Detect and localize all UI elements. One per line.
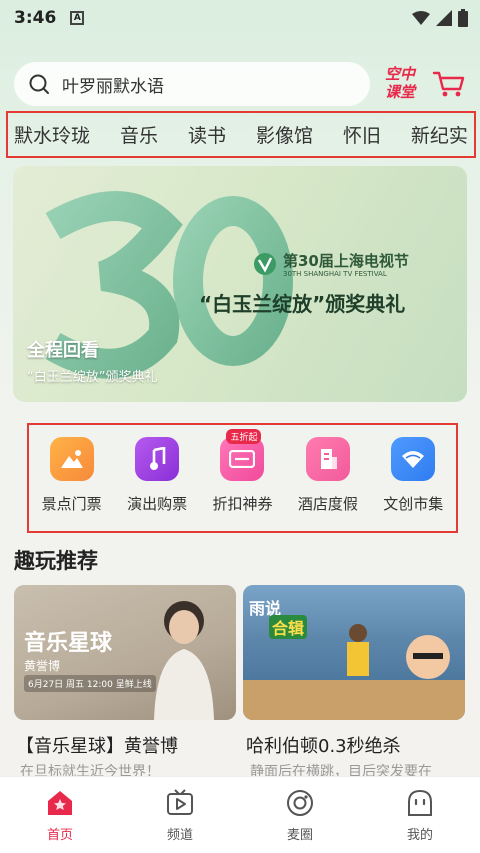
recommend-card-basketball[interactable]: 雨说 合辑 — [243, 585, 465, 720]
bottom-navigation: 首页 频道 麦圈 我的 — [0, 776, 480, 853]
tab-new-documentary[interactable]: 新纪实 — [411, 121, 468, 148]
nav-label: 麦圈 — [286, 827, 313, 843]
shopping-cart-icon[interactable] — [432, 70, 466, 98]
nav-channels[interactable]: 频道 — [140, 788, 220, 843]
battery-icon — [458, 9, 468, 27]
card-image-time: 6月27日 周五 12:00 呈鲜上线 — [24, 675, 156, 692]
air-class-line1: 空中 — [384, 65, 415, 83]
category-tabs: 默水玲珑 音乐 读书 影像馆 怀旧 新纪实 — [6, 111, 476, 158]
recommend-card-music-planet[interactable]: 音乐星球 黄誉博 6月27日 周五 12:00 呈鲜上线 — [14, 585, 236, 720]
notification-a-icon: A — [70, 11, 85, 25]
banner-subcaption: “白玉兰绽放”颁奖典礼 — [27, 370, 158, 385]
quick-link-label: 折扣神券 — [212, 495, 273, 513]
fan-icon — [391, 437, 436, 481]
card-game-image — [243, 624, 465, 720]
wifi-icon — [412, 11, 430, 25]
card-title[interactable]: 哈利伯顿0.3秒绝杀 — [246, 732, 401, 758]
tab-reading[interactable]: 读书 — [188, 121, 226, 148]
coupon-badge: 五折起 — [226, 429, 262, 444]
air-class-button[interactable]: 空中 课堂 — [380, 65, 420, 105]
festival-name-en: 30TH SHANGHAI TV FESTIVAL — [283, 270, 387, 278]
search-row: 叶罗丽默水语 空中 课堂 — [14, 62, 466, 106]
search-input[interactable]: 叶罗丽默水语 — [14, 62, 370, 106]
banner-headline: “白玉兰绽放”颁奖典礼 — [199, 292, 406, 316]
banner-caption: 全程回看 — [27, 340, 99, 361]
nav-mine[interactable]: 我的 — [380, 788, 460, 843]
hero-banner[interactable]: 第30届上海电视节 30TH SHANGHAI TV FESTIVAL “白玉兰… — [13, 166, 467, 402]
search-placeholder: 叶罗丽默水语 — [62, 76, 164, 97]
status-time: 3:46 — [14, 8, 57, 28]
card-image-name: 黄誉博 — [24, 659, 61, 673]
nav-label: 首页 — [46, 827, 73, 843]
quick-link-discount-coupons[interactable]: 五折起 折扣神券 — [202, 429, 282, 531]
tab-music[interactable]: 音乐 — [120, 121, 158, 148]
home-icon — [48, 790, 72, 815]
nav-mai-circle[interactable]: 麦圈 — [260, 788, 340, 843]
quick-link-label: 酒店度假 — [297, 495, 358, 513]
quick-link-label: 景点门票 — [41, 495, 102, 513]
section-title: 趣玩推荐 — [14, 549, 98, 573]
nav-home[interactable]: 首页 — [20, 788, 100, 843]
festival-name: 第30届上海电视节 — [283, 252, 409, 270]
nav-label: 我的 — [406, 827, 433, 843]
quick-link-show-tickets[interactable]: 演出购票 — [117, 437, 197, 531]
status-icons — [412, 9, 468, 27]
nav-label: 频道 — [166, 827, 193, 843]
search-icon — [29, 74, 49, 94]
tv-play-icon — [167, 788, 193, 815]
card-portrait-image — [154, 601, 214, 720]
quick-link-cultural-market[interactable]: 文创市集 — [373, 437, 453, 531]
quick-link-label: 文创市集 — [383, 495, 444, 513]
card-image-title: 音乐星球 — [24, 631, 113, 656]
profile-icon — [408, 789, 432, 816]
status-bar: 3:46 A — [0, 0, 480, 36]
signal-icon — [436, 10, 452, 26]
quick-link-scenic-tickets[interactable]: 景点门票 — [32, 437, 112, 531]
music-note-icon — [135, 437, 180, 481]
mountain-ticket-icon — [49, 437, 94, 481]
air-class-line2: 课堂 — [384, 83, 415, 101]
quick-link-hotel-vacation[interactable]: 酒店度假 — [288, 437, 368, 531]
circle-icon — [287, 789, 313, 816]
tab-mo-shui-ling-long[interactable]: 默水玲珑 — [14, 121, 90, 148]
quick-link-label: 演出购票 — [127, 495, 188, 513]
tab-nostalgia[interactable]: 怀旧 — [343, 121, 381, 148]
quick-links: 景点门票 演出购票 五折起 折扣神券 酒店度假 文创市集 — [27, 423, 458, 533]
tab-film-gallery[interactable]: 影像馆 — [256, 121, 313, 148]
hotel-icon — [305, 437, 350, 481]
card-title[interactable]: 【音乐星球】黄誉博 — [16, 732, 178, 758]
